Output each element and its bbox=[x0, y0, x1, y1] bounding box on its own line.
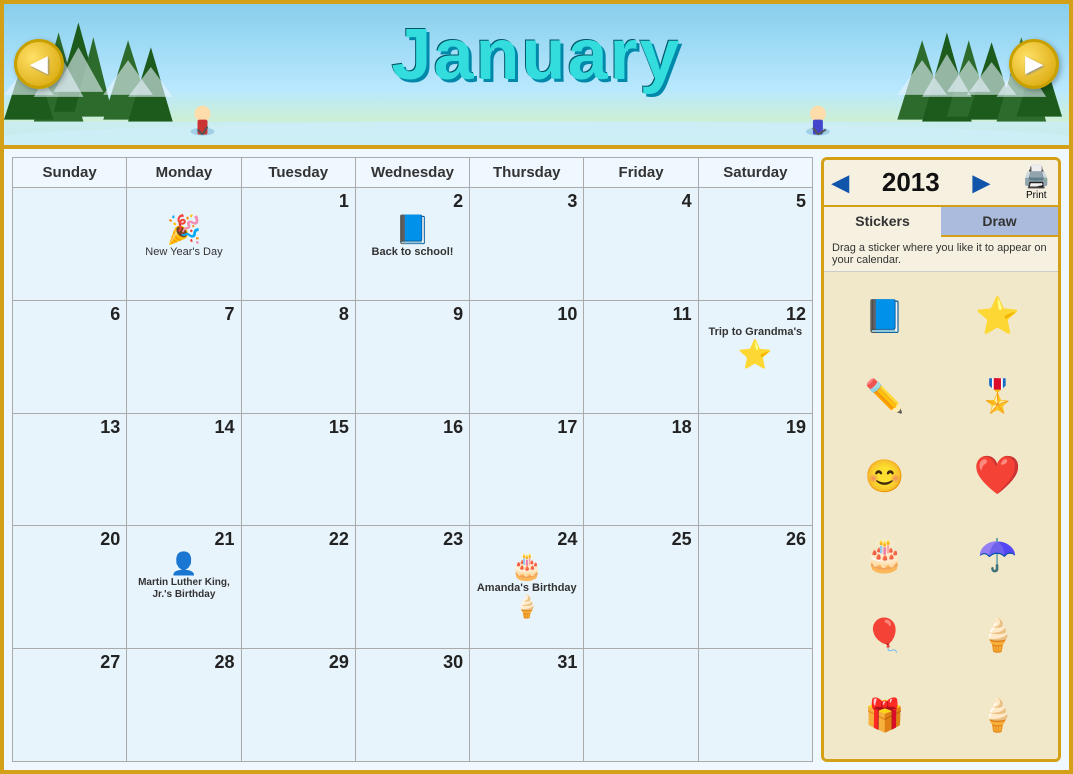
table-row[interactable]: 24 🎂 Amanda's Birthday 🍦 bbox=[470, 526, 584, 649]
calendar-table: Sunday Monday Tuesday Wednesday Thursday… bbox=[12, 157, 813, 762]
table-row[interactable]: 8 bbox=[241, 300, 355, 413]
header: January ◀ ▶ bbox=[4, 4, 1069, 149]
sticker-smiley[interactable]: 😊 bbox=[850, 446, 920, 506]
table-row[interactable]: 15 bbox=[241, 413, 355, 526]
month-title: January bbox=[391, 14, 681, 96]
table-row[interactable]: 20 bbox=[13, 526, 127, 649]
table-row[interactable]: 16 bbox=[355, 413, 469, 526]
col-thursday: Thursday bbox=[470, 158, 584, 188]
next-year-button[interactable]: ▶ bbox=[973, 170, 990, 196]
table-row[interactable]: 31 bbox=[470, 649, 584, 762]
table-row[interactable]: 28 bbox=[127, 649, 241, 762]
year-display: 2013 bbox=[882, 167, 940, 198]
table-row[interactable]: 19 bbox=[698, 413, 812, 526]
sticker-heart[interactable]: ❤️ bbox=[963, 446, 1033, 506]
sidebar: ◀ 2013 ▶ 🖨️ Print Stickers Draw Drag a s… bbox=[821, 157, 1061, 762]
col-tuesday: Tuesday bbox=[241, 158, 355, 188]
table-row[interactable]: 30 bbox=[355, 649, 469, 762]
table-row[interactable]: 23 bbox=[355, 526, 469, 649]
table-row[interactable]: 12 Trip to Grandma's ⭐ bbox=[698, 300, 812, 413]
next-month-button[interactable]: ▶ bbox=[1009, 39, 1059, 89]
prev-year-button[interactable]: ◀ bbox=[832, 170, 849, 196]
table-row[interactable]: 11 bbox=[584, 300, 698, 413]
table-row[interactable] bbox=[584, 649, 698, 762]
sticker-pencil[interactable]: ✏️ bbox=[850, 366, 920, 426]
calendar-section: Sunday Monday Tuesday Wednesday Thursday… bbox=[12, 157, 813, 762]
table-row[interactable]: 26 bbox=[698, 526, 812, 649]
table-row[interactable]: 3 bbox=[470, 188, 584, 301]
table-row[interactable]: 25 bbox=[584, 526, 698, 649]
table-row[interactable]: 10 bbox=[470, 300, 584, 413]
table-row[interactable]: 2 📘 Back to school! bbox=[355, 188, 469, 301]
stickers-grid: 📘 ⭐ ✏️ 🎖️ 😊 ❤️ 🎂 ☂️ 🎈 🍦 🎁 🍦 bbox=[824, 272, 1058, 759]
table-row[interactable]: 4 bbox=[584, 188, 698, 301]
stickers-description: Drag a sticker where you like it to appe… bbox=[824, 237, 1058, 272]
table-row[interactable]: 22 bbox=[241, 526, 355, 649]
print-button[interactable]: 🖨️ Print bbox=[1023, 164, 1050, 201]
table-row[interactable]: 9 bbox=[355, 300, 469, 413]
app-container: January ◀ ▶ Sunday Monday Tuesday Wednes… bbox=[0, 0, 1073, 774]
table-row[interactable] bbox=[698, 649, 812, 762]
col-saturday: Saturday bbox=[698, 158, 812, 188]
sticker-icecream2[interactable]: 🍦 bbox=[963, 685, 1033, 745]
table-row[interactable]: 6 bbox=[13, 300, 127, 413]
col-sunday: Sunday bbox=[13, 158, 127, 188]
table-row[interactable]: 🎉 New Year's Day bbox=[127, 188, 241, 301]
col-monday: Monday bbox=[127, 158, 241, 188]
table-row[interactable]: 29 bbox=[241, 649, 355, 762]
sticker-balloons[interactable]: 🎈 bbox=[850, 605, 920, 665]
sticker-book[interactable]: 📘 bbox=[850, 286, 920, 346]
tab-draw[interactable]: Draw bbox=[941, 207, 1058, 237]
table-row[interactable]: 18 bbox=[584, 413, 698, 526]
prev-month-button[interactable]: ◀ bbox=[14, 39, 64, 89]
table-row[interactable] bbox=[13, 188, 127, 301]
sticker-gift[interactable]: 🎁 bbox=[850, 685, 920, 745]
print-label: Print bbox=[1023, 190, 1050, 201]
table-row[interactable]: 14 bbox=[127, 413, 241, 526]
table-row[interactable]: 1 bbox=[241, 188, 355, 301]
col-friday: Friday bbox=[584, 158, 698, 188]
sticker-ribbon[interactable]: 🎖️ bbox=[963, 366, 1033, 426]
table-row[interactable]: 7 bbox=[127, 300, 241, 413]
table-row[interactable]: 17 bbox=[470, 413, 584, 526]
sticker-umbrella[interactable]: ☂️ bbox=[963, 525, 1033, 585]
stickers-tabs: Stickers Draw bbox=[824, 207, 1058, 237]
table-row[interactable]: 27 bbox=[13, 649, 127, 762]
table-row[interactable]: 21 👤 Martin Luther King, Jr.'s Birthday bbox=[127, 526, 241, 649]
col-wednesday: Wednesday bbox=[355, 158, 469, 188]
main-content: Sunday Monday Tuesday Wednesday Thursday… bbox=[4, 149, 1069, 770]
year-bar: ◀ 2013 ▶ 🖨️ Print bbox=[824, 160, 1058, 207]
table-row[interactable]: 13 bbox=[13, 413, 127, 526]
tab-stickers[interactable]: Stickers bbox=[824, 207, 941, 237]
sticker-icecream[interactable]: 🍦 bbox=[963, 605, 1033, 665]
sticker-cake[interactable]: 🎂 bbox=[850, 525, 920, 585]
table-row[interactable]: 5 bbox=[698, 188, 812, 301]
sticker-star[interactable]: ⭐ bbox=[963, 286, 1033, 346]
